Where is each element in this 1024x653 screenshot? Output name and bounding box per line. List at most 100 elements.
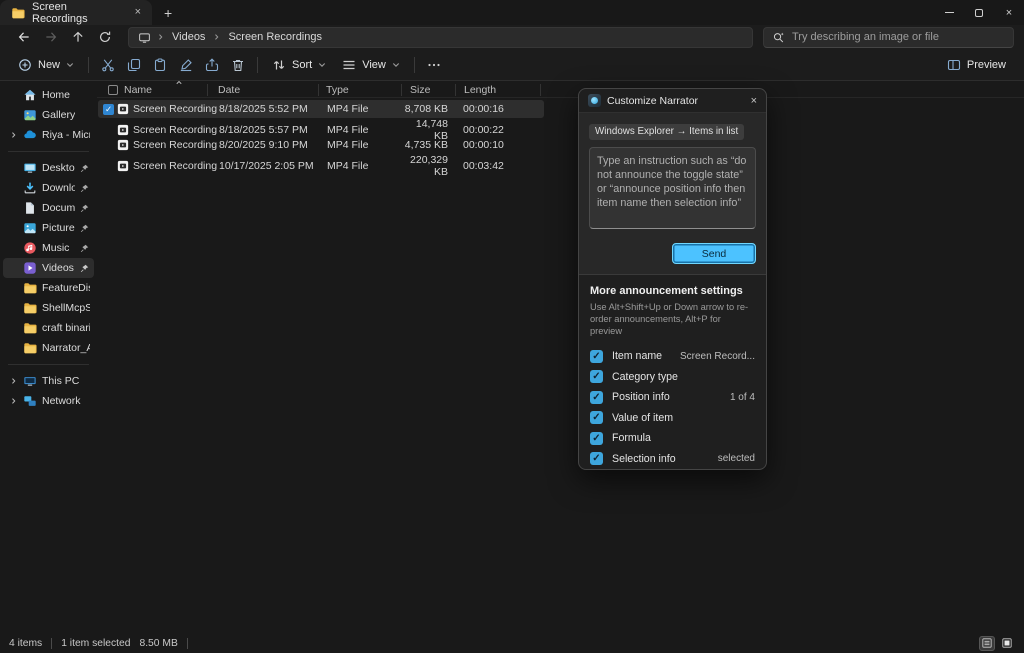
preview-pane-icon — [947, 58, 961, 72]
status-bar: 4 items 1 item selected 8.50 MB — [0, 633, 1024, 653]
delete-button[interactable] — [225, 53, 251, 77]
sidebar-item-narrator-arm[interactable]: Narrator_ARM_281' — [3, 338, 94, 358]
select-all-checkbox[interactable] — [108, 85, 118, 95]
documents-icon — [23, 201, 37, 215]
column-header-name[interactable]: Name — [124, 84, 152, 96]
column-header-size[interactable]: Size — [410, 84, 430, 96]
chevron-down-icon — [318, 62, 326, 68]
sidebar-item-shellmcpservers[interactable]: ShellMcpServers — [3, 298, 94, 318]
option-label: Selection info — [612, 453, 676, 465]
breadcrumb-screen-recordings[interactable]: Screen Recordings — [226, 31, 324, 43]
view-button[interactable]: View — [334, 53, 408, 77]
sidebar-divider — [8, 151, 89, 152]
option-value: Screen Record... — [680, 351, 755, 362]
rename-icon — [179, 58, 193, 72]
column-header-type[interactable]: Type — [326, 84, 349, 96]
this-pc-icon — [23, 374, 37, 388]
file-length: 00:00:22 — [463, 124, 523, 136]
forward-icon[interactable] — [37, 27, 64, 47]
search-input[interactable] — [792, 31, 1005, 43]
back-icon[interactable] — [10, 27, 37, 47]
chevron-right-icon — [157, 33, 164, 41]
checkbox-checked[interactable]: ✓ — [590, 391, 603, 404]
sidebar-item-network[interactable]: Network — [3, 391, 94, 411]
checkbox-checked[interactable]: ✓ — [590, 432, 603, 445]
file-list-pane: Name Date Type Size Length ✓ Screen Reco… — [97, 82, 1024, 633]
sidebar-item-pictures[interactable]: Pictures — [3, 218, 94, 238]
sidebar-item-this-pc[interactable]: This PC — [3, 371, 94, 391]
folder-icon — [23, 281, 37, 295]
search-box[interactable] — [763, 27, 1014, 48]
pin-icon — [80, 244, 90, 253]
file-row[interactable]: Screen Recording 20... 8/20/2025 9:10 PM… — [98, 136, 544, 154]
sidebar-item-craft-binaries[interactable]: craft binaries — [3, 318, 94, 338]
sidebar-item-videos[interactable]: Videos — [3, 258, 94, 278]
file-type: MP4 File — [327, 124, 404, 136]
details-view-toggle[interactable] — [979, 636, 995, 651]
paste-button[interactable] — [147, 53, 173, 77]
sort-button[interactable]: Sort — [264, 53, 334, 77]
desktop-icon — [23, 161, 37, 175]
dialog-close-icon[interactable]: × — [751, 95, 757, 107]
share-button[interactable] — [199, 53, 225, 77]
chevron-right-icon[interactable] — [8, 377, 18, 385]
mp4-file-icon — [117, 103, 133, 115]
instruction-textarea[interactable] — [589, 147, 756, 229]
file-row[interactable]: ✓ Screen Recording 20... 8/18/2025 5:52 … — [98, 100, 544, 118]
titlebar: Screen Recordings × + × — [0, 0, 1024, 25]
narrator-icon — [588, 94, 601, 107]
delete-icon — [231, 58, 245, 72]
pin-icon — [80, 204, 90, 213]
sidebar-item-downloads[interactable]: Downloads — [3, 178, 94, 198]
column-header-length[interactable]: Length — [464, 84, 496, 96]
tab-title: Screen Recordings — [32, 1, 125, 25]
file-name: Screen Recording 20... — [133, 139, 219, 151]
new-tab-icon[interactable]: + — [164, 6, 172, 20]
breadcrumb[interactable]: Videos Screen Recordings — [128, 27, 753, 48]
option-value: selected — [718, 453, 755, 464]
view-button-label: View — [362, 59, 386, 71]
file-type: MP4 File — [327, 139, 404, 151]
minimize-icon[interactable] — [934, 0, 964, 25]
chevron-down-icon — [66, 62, 74, 68]
checkbox-checked[interactable]: ✓ — [590, 411, 603, 424]
breadcrumb-videos[interactable]: Videos — [170, 31, 207, 43]
file-row[interactable]: Screen Recording 20... 8/18/2025 5:57 PM… — [98, 118, 544, 136]
chevron-right-icon[interactable] — [8, 131, 18, 139]
file-length: 00:03:42 — [463, 160, 523, 172]
rename-button[interactable] — [173, 53, 199, 77]
close-window-icon[interactable]: × — [994, 0, 1024, 25]
copy-button[interactable] — [121, 53, 147, 77]
sidebar-item-home[interactable]: Home — [3, 85, 94, 105]
sidebar-item-onedrive[interactable]: Riya - Microsoft — [3, 125, 94, 145]
new-button[interactable]: New — [10, 53, 82, 77]
sidebar-item-music[interactable]: Music — [3, 238, 94, 258]
tab-close-icon[interactable]: × — [132, 6, 144, 19]
cut-button[interactable] — [95, 53, 121, 77]
checkbox-checked[interactable]: ✓ — [590, 350, 603, 363]
option-label: Position info — [612, 391, 670, 403]
row-checkbox-checked[interactable]: ✓ — [103, 104, 114, 115]
chevron-right-icon[interactable] — [8, 397, 18, 405]
explorer-tab[interactable]: Screen Recordings × — [0, 0, 152, 25]
dialog-title: Customize Narrator — [607, 95, 698, 107]
send-button[interactable]: Send — [672, 243, 756, 264]
refresh-icon[interactable] — [91, 27, 118, 47]
downloads-icon — [23, 181, 37, 195]
settings-hint: Use Alt+Shift+Up or Down arrow to re-ord… — [590, 301, 755, 337]
sidebar-item-documents[interactable]: Documents — [3, 198, 94, 218]
more-ellipsis-icon — [427, 58, 441, 72]
sidebar-item-featurediscoverabil[interactable]: FeatureDiscoverabil — [3, 278, 94, 298]
sidebar-item-desktop[interactable]: Desktop — [3, 158, 94, 178]
up-icon[interactable] — [64, 27, 91, 47]
sidebar-item-gallery[interactable]: Gallery — [3, 105, 94, 125]
thumbnail-view-toggle[interactable] — [999, 636, 1015, 651]
share-icon — [205, 58, 219, 72]
more-options-button[interactable] — [421, 53, 447, 77]
checkbox-checked[interactable]: ✓ — [590, 370, 603, 383]
column-header-date[interactable]: Date — [218, 84, 240, 96]
file-row[interactable]: Screen Recording 20... 10/17/2025 2:05 P… — [98, 154, 544, 172]
preview-button[interactable]: Preview — [939, 53, 1014, 77]
checkbox-checked[interactable]: ✓ — [590, 452, 603, 465]
maximize-icon[interactable] — [964, 0, 994, 25]
